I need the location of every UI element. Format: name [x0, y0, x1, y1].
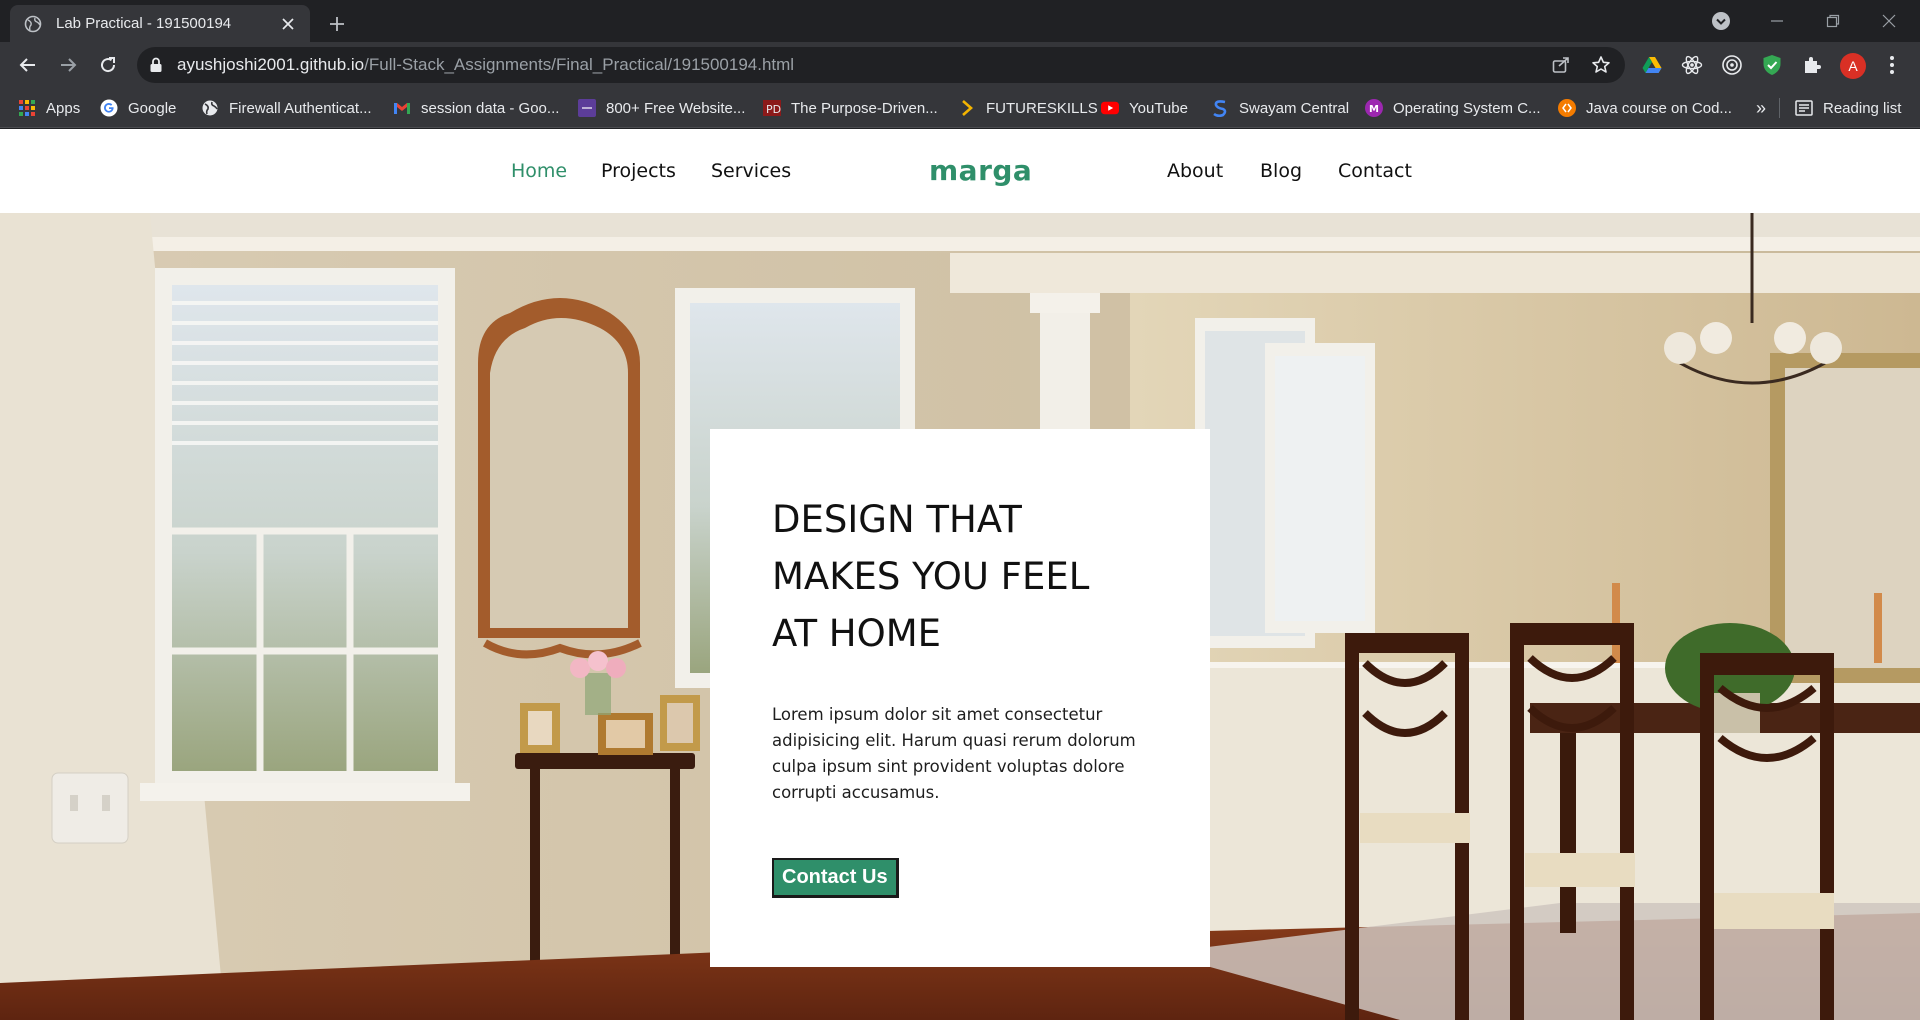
gmail-icon — [393, 99, 411, 117]
bookmark-java-course[interactable]: Java course on Cod... — [1558, 88, 1732, 128]
profile-avatar[interactable]: A — [1840, 53, 1866, 79]
bookmark-label: Firewall Authenticat... — [229, 99, 372, 117]
bookmark-label: Swayam Central — [1239, 99, 1350, 117]
tab-strip: Lab Practical - 191500194 — [0, 0, 1920, 42]
new-tab-plus-icon[interactable] — [322, 9, 352, 39]
kebab-menu-icon[interactable] — [1880, 53, 1904, 77]
browser-tab-active[interactable]: Lab Practical - 191500194 — [10, 5, 310, 42]
swayam-logo-icon — [1211, 99, 1229, 117]
bookmarks-divider — [1779, 98, 1780, 118]
codecademy-icon — [1558, 99, 1576, 117]
shield-extension-icon[interactable] — [1760, 53, 1784, 77]
url-path: /Full-Stack_Assignments/Final_Practical/… — [364, 55, 795, 74]
contact-us-button[interactable]: Contact Us — [772, 858, 899, 898]
reading-list-label: Reading list — [1823, 99, 1902, 117]
url-text[interactable]: ayushjoshi2001.github.io/Full-Stack_Assi… — [177, 47, 794, 83]
bookmark-label: Java course on Cod... — [1586, 99, 1732, 117]
target-extension-icon[interactable] — [1720, 53, 1744, 77]
bookmark-apps[interactable]: Apps — [18, 88, 80, 128]
bookmark-label: FUTURESKILLS — [986, 99, 1098, 117]
hero-card: DESIGN THAT MAKES YOU FEEL AT HOME Lorem… — [710, 429, 1210, 967]
youtube-icon — [1101, 99, 1119, 117]
bookmarks-bar: Apps Google Firewall Authenticat... sess… — [0, 88, 1920, 128]
nav-link-projects[interactable]: Projects — [601, 129, 676, 213]
bookmark-label: session data - Goo... — [421, 99, 560, 117]
reading-list-button[interactable]: Reading list — [1795, 88, 1901, 128]
back-arrow-icon[interactable] — [12, 49, 44, 81]
address-bar[interactable]: ayushjoshi2001.github.io/Full-Stack_Assi… — [137, 47, 1625, 83]
share-icon[interactable] — [1550, 54, 1572, 76]
m-badge-icon: M — [1365, 99, 1383, 117]
bookmark-youtube[interactable]: YouTube — [1101, 88, 1188, 128]
google-logo-icon — [100, 99, 118, 117]
close-window-icon[interactable] — [1862, 0, 1916, 42]
brand-logo[interactable]: marga — [929, 129, 1032, 213]
bookmark-firewall[interactable]: Firewall Authenticat... — [201, 88, 372, 128]
close-tab-icon[interactable] — [276, 12, 300, 36]
bookmark-google[interactable]: Google — [100, 88, 176, 128]
nav-link-blog[interactable]: Blog — [1260, 129, 1302, 213]
bookmark-futureskills[interactable]: FUTURESKILLS — [958, 88, 1098, 128]
extensions-puzzle-icon[interactable] — [1800, 53, 1824, 77]
hero-title: DESIGN THAT MAKES YOU FEEL AT HOME — [772, 498, 1090, 655]
bookmarks-overflow-button[interactable]: » — [1756, 88, 1766, 128]
bookmark-star-icon[interactable] — [1590, 54, 1612, 76]
colorlib-icon — [578, 99, 596, 117]
pd-logo-icon: PD — [763, 99, 781, 117]
nav-link-services[interactable]: Services — [711, 129, 791, 213]
forward-arrow-icon[interactable] — [52, 49, 84, 81]
nav-link-about[interactable]: About — [1167, 129, 1223, 213]
bookmark-label: Apps — [46, 99, 81, 117]
bookmark-label: 800+ Free Website... — [606, 99, 746, 117]
reading-list-icon — [1795, 99, 1813, 117]
minimize-window-icon[interactable] — [1750, 0, 1804, 42]
google-drive-icon[interactable] — [1640, 53, 1664, 77]
apps-grid-icon — [18, 99, 36, 117]
bookmark-label: Google — [128, 99, 177, 117]
bookmark-swayam[interactable]: Swayam Central — [1211, 88, 1349, 128]
globe-icon — [201, 99, 219, 117]
react-devtools-icon[interactable] — [1680, 53, 1704, 77]
bookmark-label: YouTube — [1129, 99, 1188, 117]
bookmark-label: Operating System C... — [1393, 99, 1541, 117]
page-viewport: Home Projects Services marga About Blog … — [0, 129, 1920, 1020]
bookmark-session-data[interactable]: session data - Goo... — [393, 88, 559, 128]
chevron-right-icon — [958, 99, 976, 117]
hero-description: Lorem ipsum dolor sit amet consectetur a… — [772, 705, 1136, 802]
nav-link-contact[interactable]: Contact — [1338, 129, 1412, 213]
hero-section: DESIGN THAT MAKES YOU FEEL AT HOME Lorem… — [0, 213, 1920, 1020]
bookmark-purpose-driven[interactable]: PD The Purpose-Driven... — [763, 88, 938, 128]
site-navbar: Home Projects Services marga About Blog … — [0, 129, 1920, 213]
lock-icon[interactable] — [149, 57, 163, 78]
svg-text:PD: PD — [766, 103, 781, 116]
tab-search-icon[interactable] — [1694, 0, 1748, 42]
globe-icon — [24, 15, 42, 33]
restore-window-icon[interactable] — [1806, 0, 1860, 42]
bookmark-free-website[interactable]: 800+ Free Website... — [578, 88, 745, 128]
tab-title: Lab Practical - 191500194 — [56, 15, 232, 32]
bookmark-label: The Purpose-Driven... — [791, 99, 938, 117]
bookmark-operating-system[interactable]: M Operating System C... — [1365, 88, 1541, 128]
reload-icon[interactable] — [92, 49, 124, 81]
url-host: ayushjoshi2001.github.io — [177, 55, 365, 74]
browser-toolbar: ayushjoshi2001.github.io/Full-Stack_Assi… — [0, 42, 1920, 88]
nav-link-home[interactable]: Home — [511, 129, 567, 213]
svg-text:M: M — [1369, 104, 1379, 115]
